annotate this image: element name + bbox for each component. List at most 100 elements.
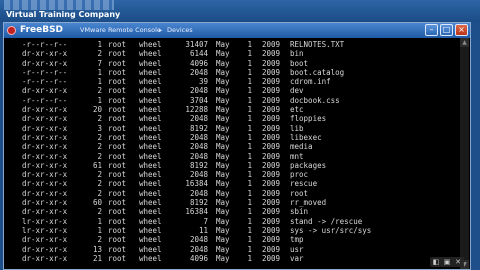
- listing-owner: root: [108, 105, 127, 115]
- listing-year: 2009: [262, 142, 281, 152]
- terminal-scrollbar[interactable]: ▲ ▼: [460, 38, 469, 269]
- listing-year: 2009: [262, 77, 281, 87]
- listing-month: May: [216, 244, 230, 254]
- listing-owner: root: [108, 86, 127, 96]
- listing-perm: lr-xr-xr-x: [22, 216, 68, 226]
- listing-links: 2: [97, 170, 102, 180]
- listing-name: root: [290, 188, 309, 198]
- listing-day: 1: [247, 40, 252, 49]
- listing-row: dr-xr-xr-x 2 root wheel 2048 May 1 2009 media: [22, 142, 462, 151]
- terminal-output[interactable]: -r--r--r-- 1 root wheel 31407 May 1 2009 RELNOTE…: [22, 40, 462, 269]
- listing-size: 2048: [189, 132, 208, 142]
- listing-links: 2: [97, 86, 102, 96]
- maximize-button[interactable]: □: [440, 24, 453, 36]
- listing-day: 1: [247, 105, 252, 115]
- listing-size: 8192: [189, 160, 208, 170]
- listing-size: 2048: [189, 151, 208, 161]
- window-titlebar[interactable]: FreeBSD VMware Remote Console ▸ Devices …: [4, 23, 470, 38]
- listing-year: 2009: [262, 67, 281, 77]
- listing-year: 2009: [262, 207, 281, 217]
- listing-month: May: [216, 105, 230, 115]
- listing-perm: dr-xr-xr-x: [22, 142, 68, 152]
- listing-name: mnt: [290, 151, 304, 161]
- listing-perm: dr-xr-xr-x: [22, 179, 68, 189]
- exit-icon[interactable]: ✕: [454, 258, 462, 266]
- listing-name: packages: [290, 160, 327, 170]
- listing-size: 8192: [189, 198, 208, 208]
- listing-month: May: [216, 207, 230, 217]
- listing-month: May: [216, 77, 230, 87]
- listing-row: dr-xr-xr-x 60 root wheel 8192 May 1 2009 rr_move…: [22, 198, 462, 207]
- listing-year: 2009: [262, 132, 281, 142]
- menu-devices[interactable]: Devices: [167, 26, 193, 34]
- listing-day: 1: [247, 170, 252, 180]
- listing-size: 16384: [185, 179, 208, 189]
- close-button[interactable]: ×: [455, 24, 468, 36]
- listing-size: 16384: [185, 207, 208, 217]
- listing-year: 2009: [262, 105, 281, 115]
- listing-name: rescue: [290, 179, 318, 189]
- scroll-up-icon[interactable]: ▲: [460, 38, 469, 47]
- listing-year: 2009: [262, 244, 281, 254]
- listing-month: May: [216, 114, 230, 124]
- listing-owner: root: [108, 114, 127, 124]
- listing-perm: dr-xr-xr-x: [22, 49, 68, 59]
- listing-links: 2: [97, 49, 102, 59]
- listing-perm: -r--r--r--: [22, 40, 68, 49]
- listing-group: wheel: [139, 142, 162, 152]
- listing-owner: root: [108, 179, 127, 189]
- listing-perm: dr-xr-xr-x: [22, 151, 68, 161]
- listing-month: May: [216, 188, 230, 198]
- listing-row: -r--r--r-- 1 root wheel 2048 May 1 2009 boot.cat…: [22, 68, 462, 77]
- listing-perm: dr-xr-xr-x: [22, 198, 68, 208]
- listing-month: May: [216, 40, 230, 49]
- listing-month: May: [216, 253, 230, 263]
- minimize-button[interactable]: –: [425, 24, 438, 36]
- listing-month: May: [216, 123, 230, 133]
- listing-day: 1: [247, 216, 252, 226]
- vmware-console-window: FreeBSD VMware Remote Console ▸ Devices …: [3, 22, 471, 270]
- listing-day: 1: [247, 198, 252, 208]
- listing-name: docbook.css: [290, 95, 340, 105]
- window-mode-icon[interactable]: ◧: [432, 258, 440, 266]
- listing-day: 1: [247, 49, 252, 59]
- listing-day: 1: [247, 86, 252, 96]
- listing-month: May: [216, 95, 230, 105]
- listing-size: 11: [198, 225, 208, 235]
- listing-group: wheel: [139, 49, 162, 59]
- listing-group: wheel: [139, 123, 162, 133]
- training-banner: Virtual Training Company: [0, 0, 480, 22]
- listing-row: -r--r--r-- 1 root wheel 3704 May 1 2009 docbook.…: [22, 96, 462, 105]
- listing-owner: root: [108, 188, 127, 198]
- listing-links: 7: [97, 58, 102, 68]
- listing-row: -r--r--r-- 1 root wheel 31407 May 1 2009 RELNOTE…: [22, 40, 462, 49]
- listing-size: 2048: [189, 170, 208, 180]
- menu-separator-icon: ▸: [159, 26, 163, 34]
- listing-month: May: [216, 216, 230, 226]
- listing-links: 1: [97, 225, 102, 235]
- listing-row: dr-xr-xr-x 2 root wheel 2048 May 1 2009 dev: [22, 86, 462, 95]
- listing-row: dr-xr-xr-x 2 root wheel 2048 May 1 2009 libexec: [22, 133, 462, 142]
- listing-row: dr-xr-xr-x 7 root wheel 4096 May 1 2009 boot: [22, 59, 462, 68]
- listing-group: wheel: [139, 67, 162, 77]
- listing-links: 2: [97, 207, 102, 217]
- close-icon: ×: [458, 25, 465, 34]
- listing-row: dr-xr-xr-x 2 root wheel 16384 May 1 2009 rescue: [22, 179, 462, 188]
- listing-name: rr_moved: [290, 198, 327, 208]
- listing-perm: dr-xr-xr-x: [22, 188, 68, 198]
- listing-year: 2009: [262, 40, 281, 49]
- listing-row: dr-xr-xr-x 2 root wheel 2048 May 1 2009 floppies: [22, 114, 462, 123]
- listing-month: May: [216, 225, 230, 235]
- listing-name: dev: [290, 86, 304, 96]
- listing-month: May: [216, 67, 230, 77]
- listing-day: 1: [247, 77, 252, 87]
- listing-links: 2: [97, 132, 102, 142]
- listing-day: 1: [247, 253, 252, 263]
- listing-size: 2048: [189, 244, 208, 254]
- menu-vmware-remote-console[interactable]: VMware Remote Console: [80, 26, 161, 34]
- listing-row: dr-xr-xr-x 2 root wheel 2048 May 1 2009 root: [22, 189, 462, 198]
- fullscreen-icon[interactable]: ▣: [443, 258, 451, 266]
- listing-size: 3704: [189, 95, 208, 105]
- listing-name: var: [290, 253, 304, 263]
- listing-perm: -r--r--r--: [22, 95, 68, 105]
